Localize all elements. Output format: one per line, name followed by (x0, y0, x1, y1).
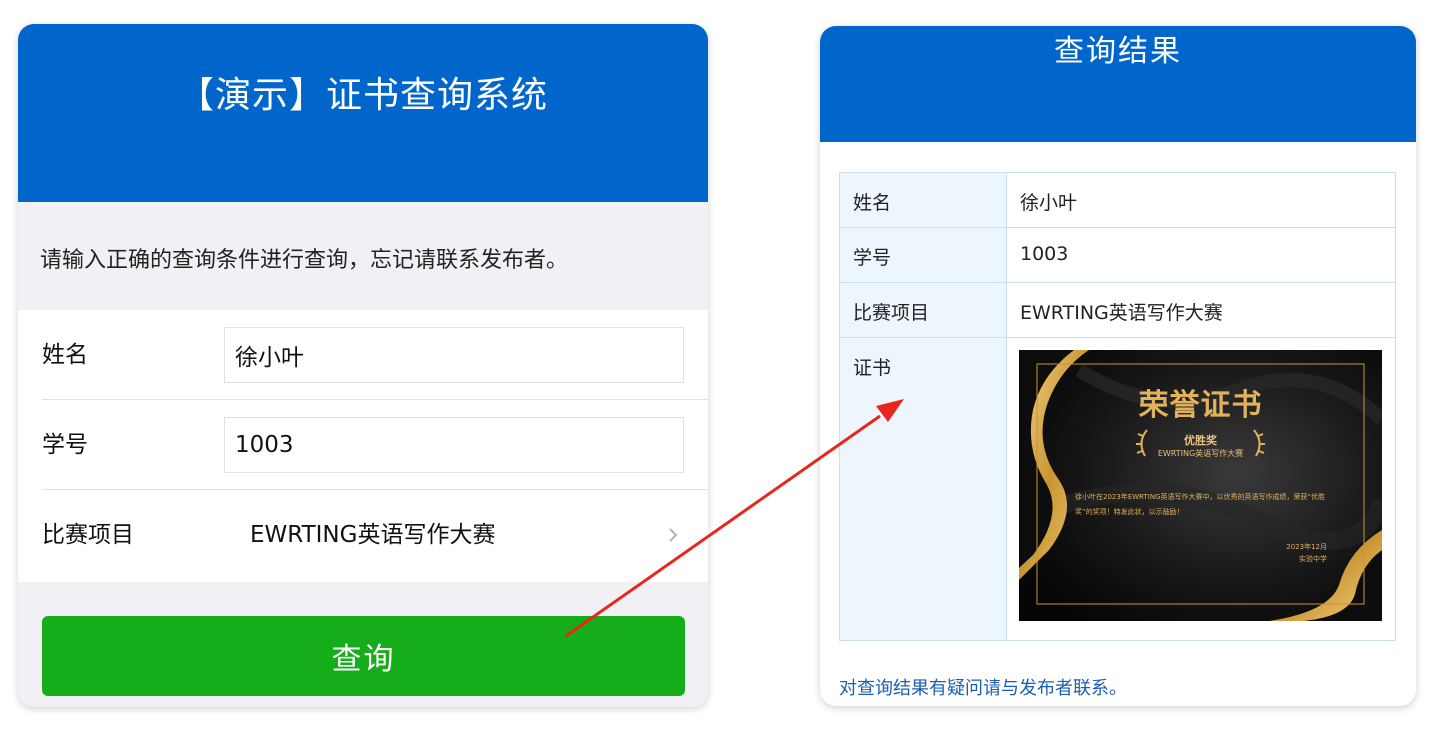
certificate-title: 荣誉证书 (1138, 388, 1263, 423)
result-value: 徐小叶 (1020, 192, 1078, 214)
student-id-input[interactable] (224, 417, 684, 473)
certificate-date: 2023年12月 (1286, 543, 1327, 551)
query-form-card: 【演示】证书查询系统 请输入正确的查询条件进行查询，忘记请联系发布者。 姓名 学… (18, 24, 708, 707)
certificate-contest: EWRTING英语写作大赛 (1157, 449, 1244, 458)
result-label: 学号 (840, 228, 1007, 282)
query-button[interactable]: 查询 (42, 616, 685, 696)
query-result-card: 查询结果 姓名 徐小叶 学号 1003 比赛项目 EWRTING英语写作大赛 证… (820, 26, 1416, 706)
result-label: 比赛项目 (840, 283, 1007, 337)
result-label: 证书 (840, 338, 1007, 640)
contest-select[interactable]: EWRTING英语写作大赛 (224, 507, 684, 563)
contest-select-value: EWRTING英语写作大赛 (250, 522, 496, 548)
result-label: 姓名 (840, 173, 1007, 227)
table-row: 姓名 徐小叶 (840, 173, 1395, 228)
table-row: 证书 荣誉证书 优胜奖 EWRTING英语写作大赛 徐小叶在2023年EWRTI… (840, 338, 1395, 640)
result-value: 1003 (1020, 243, 1069, 265)
certificate-award: 优胜奖 (1184, 434, 1217, 447)
table-row: 比赛项目 EWRTING英语写作大赛 (840, 283, 1395, 338)
contest-label: 比赛项目 (42, 522, 134, 548)
student-id-row: 学号 (42, 400, 708, 490)
result-value: EWRTING英语写作大赛 (1020, 302, 1223, 324)
certificate-image[interactable]: 荣誉证书 优胜奖 EWRTING英语写作大赛 徐小叶在2023年EWRTING英… (1019, 350, 1382, 621)
result-title: 查询结果 (820, 26, 1416, 142)
result-table: 姓名 徐小叶 学号 1003 比赛项目 EWRTING英语写作大赛 证书 荣誉证… (839, 172, 1396, 641)
page-title: 【演示】证书查询系统 (18, 24, 708, 202)
query-form: 姓名 学号 比赛项目 EWRTING英语写作大赛 (18, 310, 708, 582)
certificate-issuer: 实验中学 (1299, 555, 1327, 563)
contact-note: 对查询结果有疑问请与发布者联系。 (839, 678, 1127, 699)
name-row: 姓名 (42, 310, 708, 400)
chevron-right-icon (669, 528, 678, 542)
query-instruction: 请输入正确的查询条件进行查询，忘记请联系发布者。 (40, 248, 569, 273)
student-id-label: 学号 (42, 432, 88, 458)
table-row: 学号 1003 (840, 228, 1395, 283)
contest-row: 比赛项目 EWRTING英语写作大赛 (42, 490, 708, 580)
name-input[interactable] (224, 327, 684, 383)
certificate-body: 徐小叶在2023年EWRTING英语写作大赛中，以优秀的英语写作成绩，荣获“优胜… (1075, 493, 1326, 516)
name-label: 姓名 (42, 342, 88, 368)
